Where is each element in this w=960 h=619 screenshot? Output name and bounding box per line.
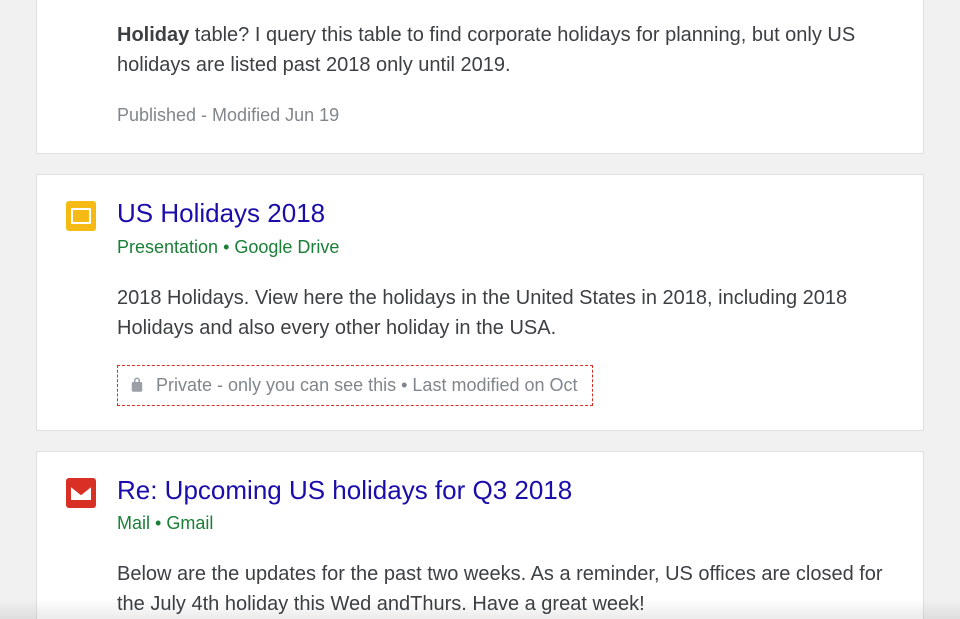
result-snippet: Below are the updates for the past two w… [117, 559, 895, 619]
source-separator: • [218, 237, 234, 257]
result-snippet: 2018 Holidays. View here the holidays in… [117, 283, 895, 343]
result-meta: Published - Modified Jun 19 [117, 102, 895, 129]
result-source: Presentation • Google Drive [117, 234, 895, 261]
mail-icon [66, 478, 96, 508]
meta-text: Published - Modified Jun 19 [117, 102, 339, 129]
search-result-card[interactable]: US Holidays 2018 Presentation • Google D… [36, 174, 924, 431]
result-snippet: Holiday table? I query this table to fin… [117, 20, 895, 80]
source-app: Google Drive [234, 237, 339, 257]
source-type: Mail [117, 513, 150, 533]
snippet-bold: Holiday [117, 24, 189, 46]
result-meta: Private - only you can see this • Last m… [117, 365, 895, 406]
source-separator: • [150, 513, 166, 533]
snippet-rest: table? I query this table to find corpor… [117, 24, 855, 76]
source-type: Presentation [117, 237, 218, 257]
search-result-card[interactable]: Holiday table? I query this table to fin… [36, 0, 924, 154]
result-title[interactable]: Re: Upcoming US holidays for Q3 2018 [117, 474, 895, 507]
result-source: Mail • Gmail [117, 510, 895, 537]
search-result-card[interactable]: Re: Upcoming US holidays for Q3 2018 Mai… [36, 451, 924, 619]
slides-icon [66, 201, 96, 231]
lock-icon [128, 376, 146, 394]
result-title[interactable]: US Holidays 2018 [117, 197, 895, 230]
private-meta-callout: Private - only you can see this • Last m… [117, 365, 593, 406]
result-icon-slot [65, 201, 97, 231]
private-meta-text: Private - only you can see this • Last m… [156, 372, 578, 399]
result-icon-slot [65, 478, 97, 508]
source-app: Gmail [166, 513, 213, 533]
